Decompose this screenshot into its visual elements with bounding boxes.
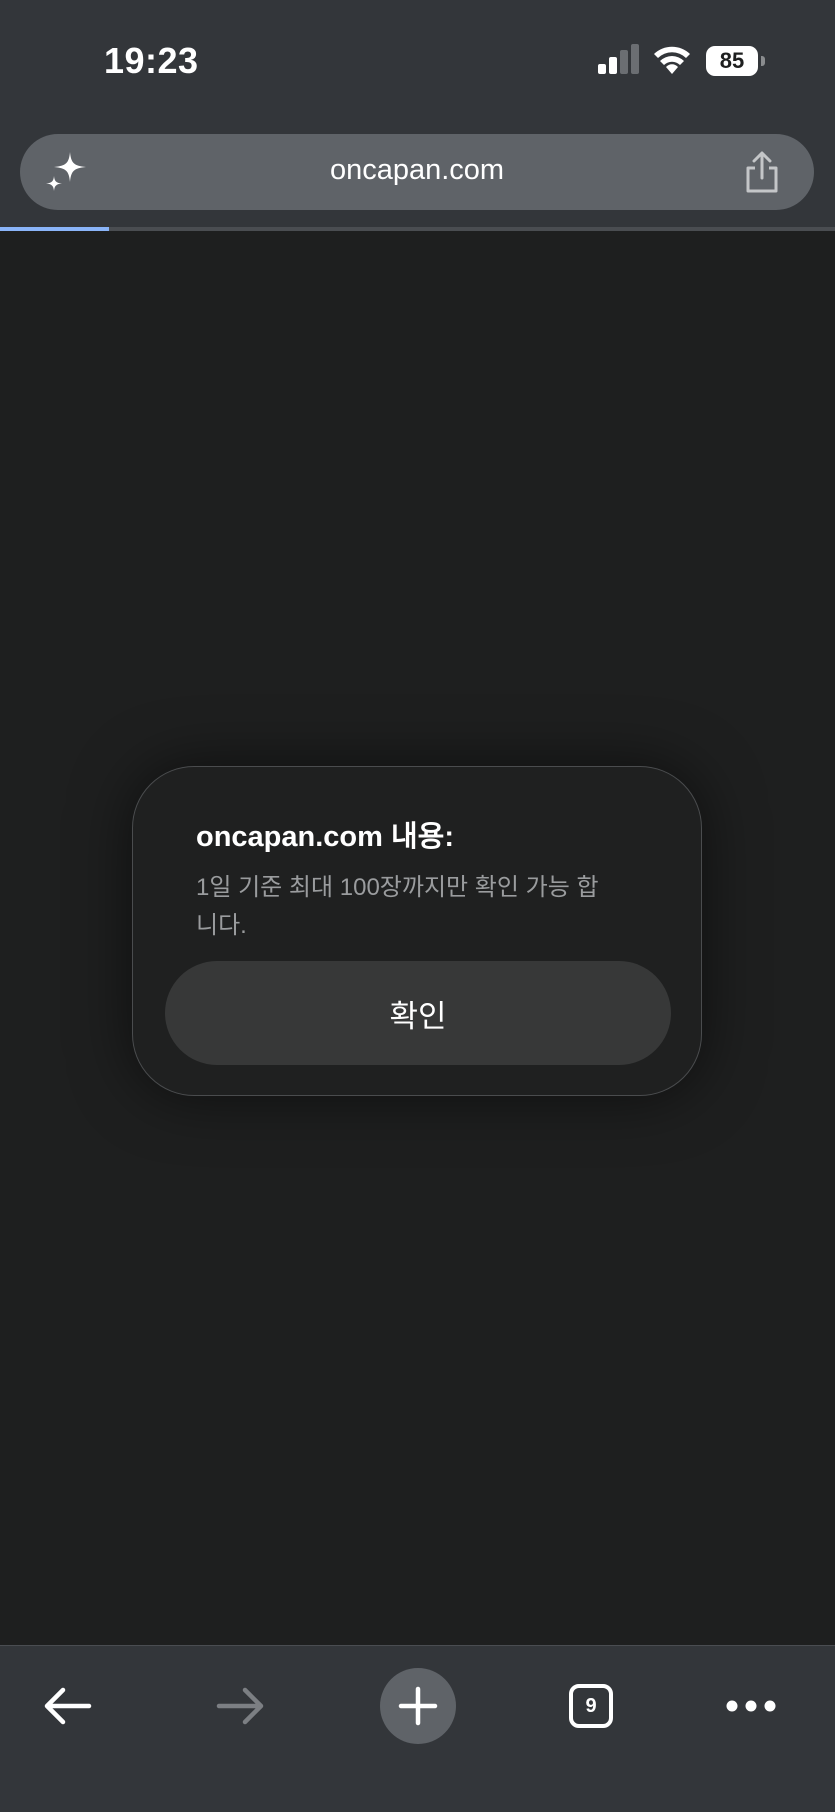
bottom-toolbar: 9	[0, 1645, 835, 1812]
wifi-icon	[654, 46, 690, 74]
battery-indicator: 85	[706, 46, 766, 76]
share-icon[interactable]	[742, 150, 782, 194]
address-bar[interactable]: oncapan.com	[20, 134, 814, 210]
arrow-left-icon	[44, 1687, 92, 1725]
browser-top-chrome: 19:23 85 oncapan.com	[0, 0, 835, 228]
tab-switcher-button[interactable]: 9	[551, 1666, 631, 1746]
dialog-title: oncapan.com 내용:	[196, 821, 455, 853]
arrow-right-icon	[216, 1687, 264, 1725]
cellular-signal-icon	[598, 44, 639, 74]
dialog-message: 1일 기준 최대 100장까지만 확인 가능 합니다.	[196, 874, 599, 939]
plus-icon	[398, 1686, 438, 1726]
battery-level: 85	[706, 46, 758, 76]
alert-dialog: oncapan.com 내용: 1일 기준 최대 100장까지만 확인 가능 합…	[132, 766, 702, 1096]
confirm-button[interactable]: 확인	[165, 961, 671, 1065]
forward-button[interactable]	[201, 1666, 281, 1746]
new-tab-circle	[380, 1668, 456, 1744]
new-tab-button[interactable]	[378, 1666, 458, 1746]
more-dots-icon	[726, 1700, 776, 1712]
status-bar: 19:23 85	[0, 0, 835, 120]
status-time: 19:23	[104, 40, 199, 81]
back-button[interactable]	[27, 1666, 107, 1746]
menu-button[interactable]	[711, 1666, 791, 1746]
tab-count: 9	[569, 1684, 613, 1728]
battery-cap	[761, 56, 765, 66]
url-text[interactable]: oncapan.com	[20, 154, 814, 187]
